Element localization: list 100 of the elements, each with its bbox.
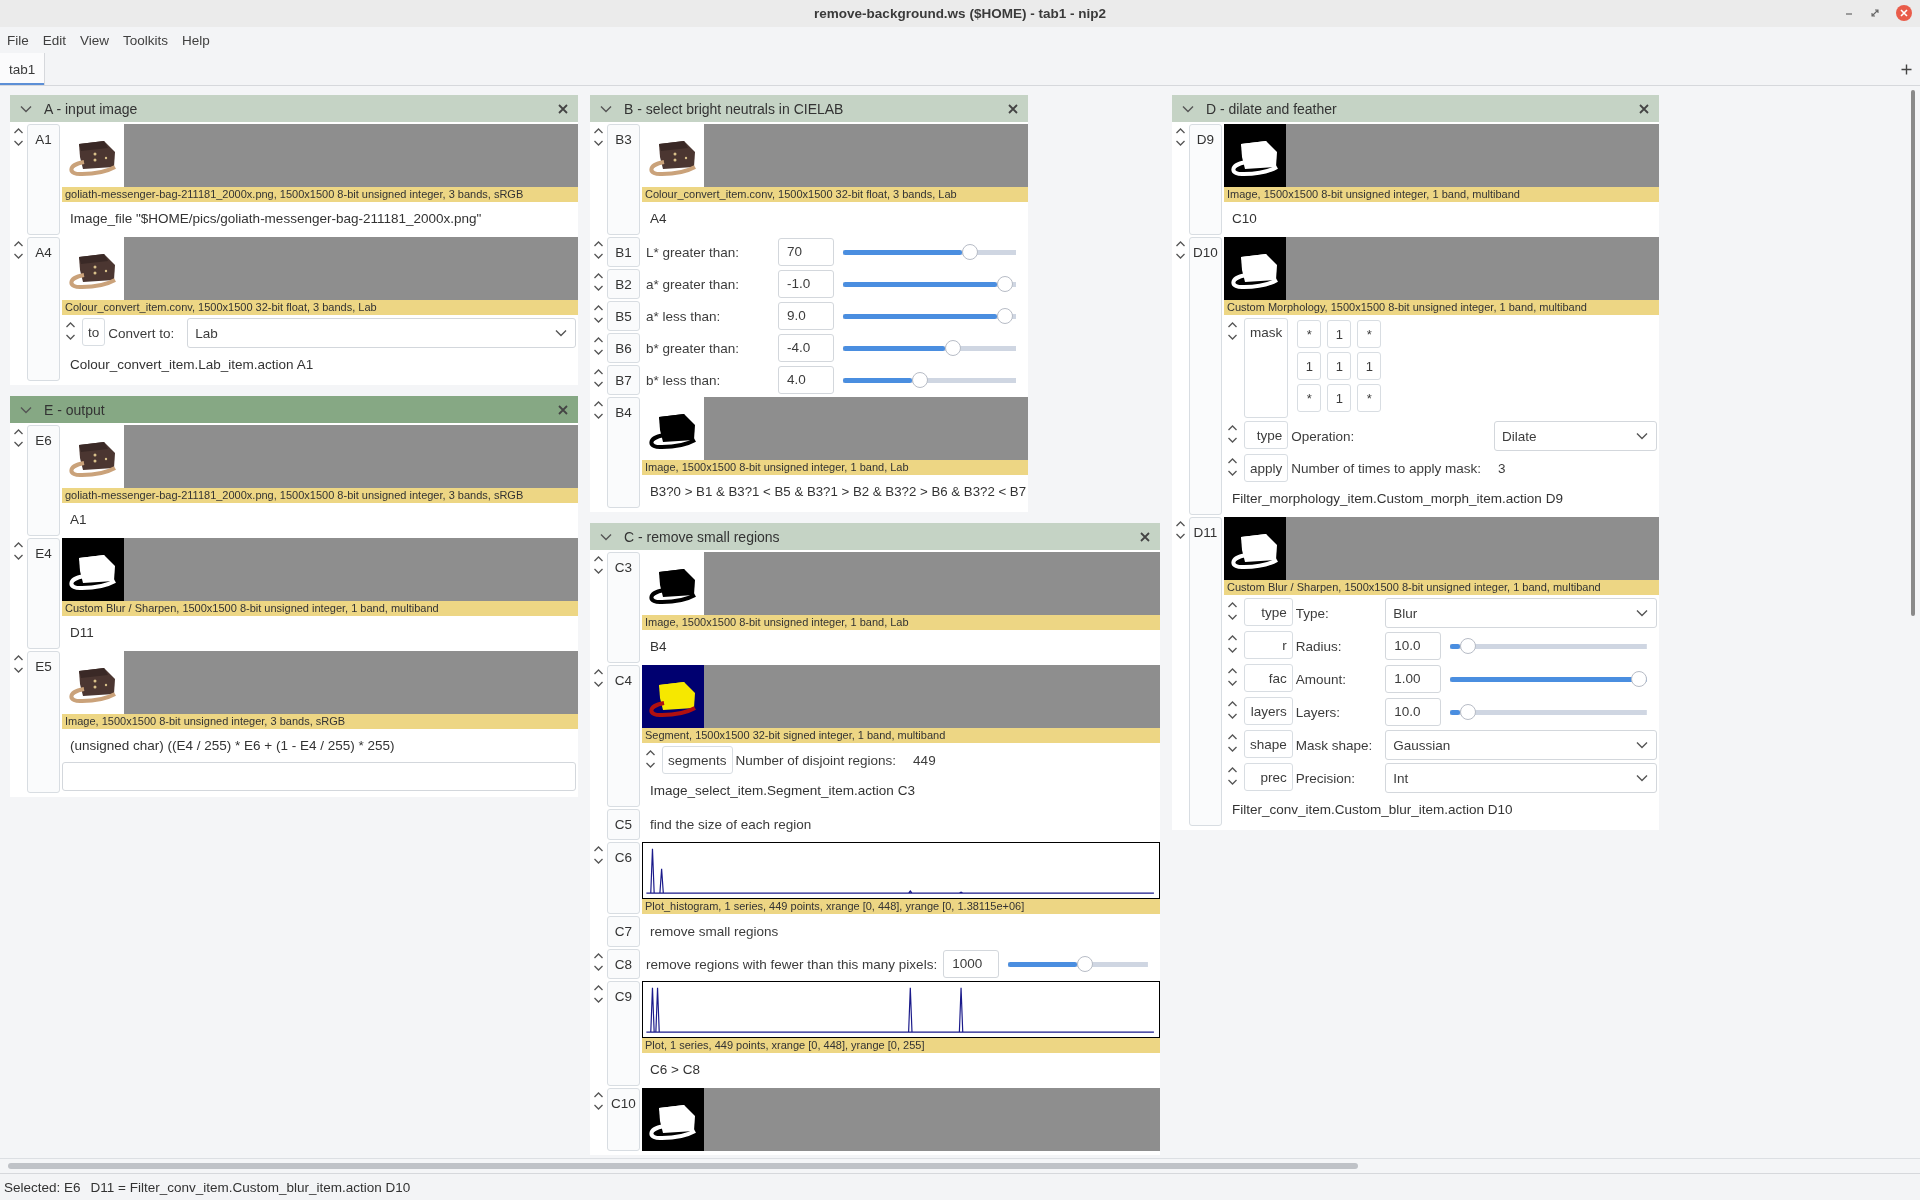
up-down-arrows-icon[interactable] (13, 541, 24, 563)
up-down-arrows-icon[interactable] (1175, 520, 1186, 542)
up-down-arrows-icon[interactable] (1227, 766, 1238, 788)
up-down-arrows-icon[interactable] (593, 240, 604, 262)
close-icon[interactable] (558, 103, 568, 114)
up-down-arrows-icon[interactable] (65, 321, 76, 343)
cell-name-button[interactable]: C7 (607, 916, 640, 947)
cell-name-button[interactable]: C4 (607, 665, 640, 807)
slider-thumb[interactable] (945, 340, 962, 356)
slider-thumb[interactable] (912, 372, 929, 388)
up-down-arrows-icon[interactable] (13, 127, 24, 149)
parameter-name-button[interactable]: apply (1244, 454, 1289, 482)
value-field[interactable]: 1000 (943, 950, 1000, 978)
parameter-name-button[interactable]: r (1244, 631, 1293, 659)
value-field[interactable]: 9.0 (778, 302, 834, 330)
up-down-arrows-icon[interactable] (593, 845, 604, 867)
value-field[interactable]: -4.0 (778, 334, 834, 362)
matrix-cell-field[interactable]: 1 (1327, 352, 1352, 380)
up-down-arrows-icon[interactable] (593, 304, 604, 326)
matrix-cell-field[interactable]: * (1297, 384, 1322, 412)
up-down-arrows-icon[interactable] (1175, 127, 1186, 149)
dropdown[interactable]: Gaussian (1385, 730, 1657, 760)
parameter-name-button[interactable]: type (1244, 421, 1289, 449)
collapse-icon[interactable] (600, 104, 612, 113)
matrix-cell-field[interactable]: 1 (1327, 384, 1352, 412)
up-down-arrows-icon[interactable] (1227, 321, 1238, 343)
column-header[interactable]: C - remove small regions (590, 523, 1160, 550)
collapse-icon[interactable] (1182, 104, 1194, 113)
column-header[interactable]: B - select bright neutrals in CIELAB (590, 95, 1028, 122)
up-down-arrows-icon[interactable] (1227, 457, 1238, 479)
dropdown[interactable]: Dilate (1494, 421, 1657, 451)
cell-name-button[interactable]: B1 (607, 237, 640, 267)
up-down-arrows-icon[interactable] (13, 428, 24, 450)
cell-name-button[interactable]: A4 (27, 237, 60, 381)
column-header[interactable]: D - dilate and feather (1172, 95, 1659, 122)
cell-name-button[interactable]: B3 (607, 124, 640, 235)
menu-item[interactable]: Edit (42, 32, 67, 48)
cell-name-button[interactable]: D10 (1189, 237, 1222, 515)
up-down-arrows-icon[interactable] (593, 127, 604, 149)
close-icon[interactable] (1639, 103, 1649, 114)
up-down-arrows-icon[interactable] (13, 654, 24, 676)
tab[interactable]: tab1 (0, 53, 46, 85)
collapse-icon[interactable] (20, 104, 32, 113)
dropdown[interactable]: Int (1385, 763, 1657, 793)
matrix-cell-field[interactable]: * (1357, 384, 1382, 412)
up-down-arrows-icon[interactable] (13, 240, 24, 262)
column-header[interactable]: A - input image (10, 95, 578, 122)
up-down-arrows-icon[interactable] (593, 336, 604, 358)
vertical-scrollbar[interactable] (1911, 90, 1915, 616)
matrix-cell-field[interactable]: * (1357, 320, 1382, 348)
up-down-arrows-icon[interactable] (593, 668, 604, 690)
up-down-arrows-icon[interactable] (593, 368, 604, 390)
cell-name-button[interactable]: B5 (607, 301, 640, 331)
matrix-cell-field[interactable]: 1 (1327, 320, 1352, 348)
up-down-arrows-icon[interactable] (1227, 667, 1238, 689)
up-down-arrows-icon[interactable] (1175, 240, 1186, 262)
up-down-arrows-icon[interactable] (1227, 700, 1238, 722)
parameter-name-button[interactable]: segments (662, 746, 733, 774)
parameter-name-button[interactable]: fac (1244, 664, 1293, 692)
up-down-arrows-icon[interactable] (593, 1091, 604, 1113)
close-icon[interactable] (1140, 531, 1150, 542)
menu-item[interactable]: Help (182, 32, 210, 48)
collapse-icon[interactable] (20, 405, 32, 414)
parameter-name-button[interactable]: mask (1244, 318, 1289, 418)
dropdown[interactable]: Blur (1385, 598, 1657, 628)
slider-thumb[interactable] (1460, 704, 1477, 720)
matrix-cell-field[interactable]: 1 (1357, 352, 1382, 380)
cell-name-button[interactable]: B7 (607, 365, 640, 395)
cell-name-button[interactable]: E6 (27, 425, 60, 536)
menu-item[interactable]: File (7, 32, 29, 48)
column-header[interactable]: E - output (10, 396, 578, 423)
slider-thumb[interactable] (1076, 956, 1093, 972)
value-field[interactable]: 1.00 (1385, 665, 1442, 693)
up-down-arrows-icon[interactable] (1227, 733, 1238, 755)
cell-name-button[interactable]: A1 (27, 124, 60, 235)
up-down-arrows-icon[interactable] (645, 749, 656, 771)
cell-name-button[interactable]: E5 (27, 651, 60, 793)
cell-name-button[interactable]: D11 (1189, 517, 1222, 826)
input-field[interactable] (62, 762, 576, 791)
up-down-arrows-icon[interactable] (1227, 634, 1238, 656)
close-icon[interactable] (1008, 103, 1018, 114)
slider-thumb[interactable] (996, 308, 1013, 324)
horizontal-scrollbar[interactable] (8, 1163, 1358, 1169)
close-icon[interactable] (558, 404, 568, 415)
up-down-arrows-icon[interactable] (593, 984, 604, 1006)
slider-thumb[interactable] (962, 244, 979, 260)
parameter-name-button[interactable]: layers (1244, 697, 1293, 725)
add-tab-icon[interactable] (1901, 63, 1912, 75)
up-down-arrows-icon[interactable] (593, 400, 604, 422)
value-field[interactable]: -1.0 (778, 270, 834, 298)
menu-item[interactable]: View (80, 32, 110, 48)
up-down-arrows-icon[interactable] (593, 272, 604, 294)
cell-name-button[interactable]: E4 (27, 538, 60, 649)
value-field[interactable]: 4.0 (778, 366, 834, 394)
parameter-name-button[interactable]: type (1244, 598, 1293, 626)
cell-name-button[interactable]: C3 (607, 552, 640, 663)
matrix-cell-field[interactable]: * (1297, 320, 1322, 348)
collapse-icon[interactable] (600, 532, 612, 541)
slider-thumb[interactable] (1460, 638, 1477, 654)
cell-name-button[interactable]: B6 (607, 333, 640, 363)
